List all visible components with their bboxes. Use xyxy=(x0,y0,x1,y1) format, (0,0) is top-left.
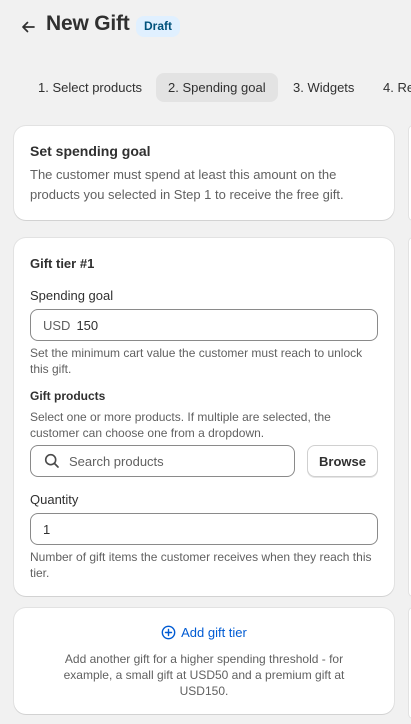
search-products-input[interactable]: Search products xyxy=(30,445,295,477)
spending-goal-value: 150 xyxy=(76,317,99,333)
arrow-left-icon xyxy=(22,21,35,33)
card-heading: Set spending goal xyxy=(30,143,151,159)
add-gift-tier-label: Add gift tier xyxy=(181,625,247,640)
quantity-label: Quantity xyxy=(30,492,79,507)
intro-card: Set spending goal The customer must spen… xyxy=(14,126,394,220)
tier-heading: Gift tier #1 xyxy=(30,256,95,271)
spending-goal-input[interactable]: USD 150 xyxy=(30,309,378,341)
search-icon xyxy=(44,453,59,468)
tab-select-products[interactable]: 1. Select products xyxy=(26,73,154,102)
gift-products-help: Select one or more products. If multiple… xyxy=(30,410,331,440)
page-header: New Gift Draft xyxy=(0,0,411,56)
tab-step-4[interactable]: 4. Re xyxy=(371,73,411,102)
quantity-value: 1 xyxy=(43,521,51,537)
search-placeholder: Search products xyxy=(69,453,164,469)
gift-tier-card: Gift tier #1 Spending goal USD 150 Set t… xyxy=(14,238,394,596)
spending-goal-label: Spending goal xyxy=(30,288,114,303)
tab-widgets[interactable]: 3. Widgets xyxy=(281,73,366,102)
spending-goal-help: Set the minimum cart value the customer … xyxy=(30,346,363,376)
add-gift-tier-button[interactable]: Add gift tier xyxy=(14,625,394,640)
browse-button[interactable]: Browse xyxy=(307,445,378,477)
plus-circle-icon xyxy=(161,625,176,640)
step-tabs: 1. Select products 2. Spending goal 3. W… xyxy=(0,73,411,103)
card-description: The customer must spend at least this am… xyxy=(30,167,344,202)
back-button[interactable] xyxy=(16,15,40,39)
quantity-help: Number of gift items the customer receiv… xyxy=(30,550,372,580)
tab-spending-goal[interactable]: 2. Spending goal xyxy=(156,73,278,102)
gift-products-label: Gift products xyxy=(30,389,106,403)
quantity-input[interactable]: 1 xyxy=(30,513,378,545)
status-badge: Draft xyxy=(136,16,181,37)
currency-prefix: USD xyxy=(43,317,71,333)
page-title: New Gift xyxy=(46,12,130,35)
add-tier-description: Add another gift for a higher spending t… xyxy=(63,652,345,698)
add-tier-card: Add gift tier Add another gift for a hig… xyxy=(14,608,394,714)
